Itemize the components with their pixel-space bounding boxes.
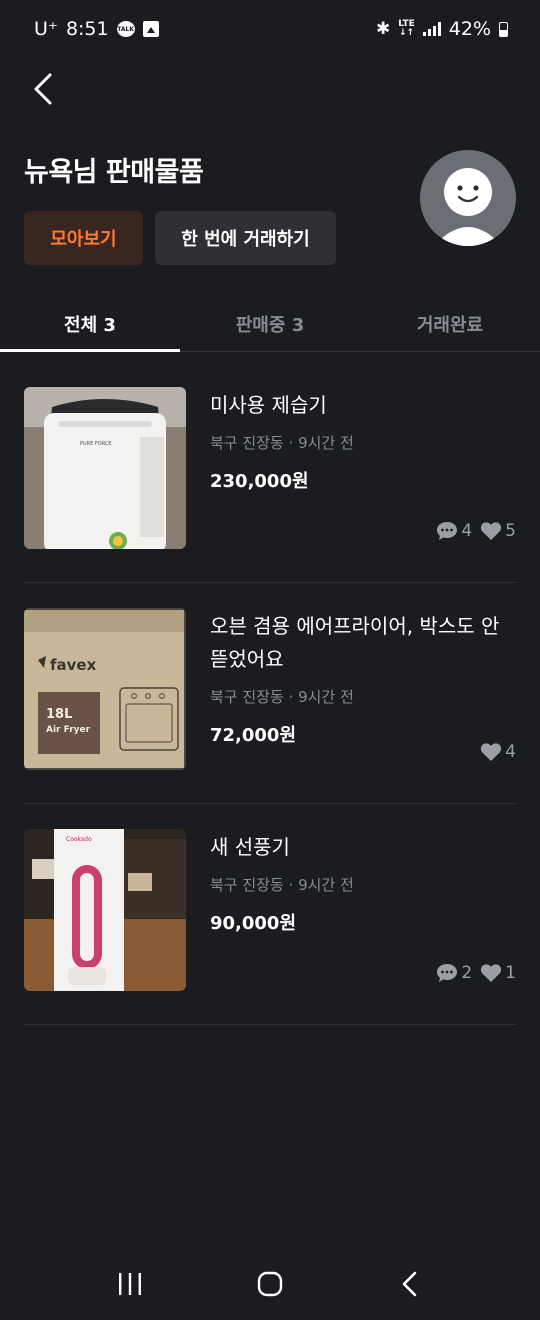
bluetooth-icon: ✱ bbox=[375, 19, 391, 39]
item-counts: 2 1 bbox=[432, 963, 516, 983]
item-info: 새 선풍기 북구 진장동 · 9시간 전 90,000원 bbox=[210, 831, 516, 935]
battery-percent: 42% bbox=[448, 18, 491, 40]
page-title: 뉴욕님 판매물품 bbox=[24, 157, 204, 188]
item-counts: 4 bbox=[476, 742, 516, 762]
home-icon bbox=[257, 1271, 283, 1297]
item-price: 90,000원 bbox=[210, 913, 297, 934]
like-count: 5 bbox=[480, 521, 516, 541]
svg-text:Cooksdo: Cooksdo bbox=[66, 836, 92, 843]
tab-completed[interactable]: 거래완료 bbox=[360, 296, 540, 351]
header-actions: 모아보기 한 번에 거래하기 bbox=[24, 211, 336, 265]
item-price: 72,000원 bbox=[210, 725, 297, 746]
heart-icon bbox=[481, 964, 502, 982]
item-meta: 북구 진장동 · 9시간 전 bbox=[210, 688, 354, 706]
kakaotalk-icon: TALK bbox=[116, 21, 135, 37]
chat-count: 2 bbox=[436, 963, 472, 983]
system-nav-bar bbox=[0, 1248, 540, 1320]
svg-text:favex: favex bbox=[50, 656, 97, 674]
item-thumbnail-air-fryer: favex 18L Air Fryer bbox=[24, 608, 186, 770]
clock: 8:51 bbox=[65, 18, 109, 40]
item-title: 새 선풍기 bbox=[210, 835, 290, 859]
carrier-label: U⁺ bbox=[34, 18, 58, 40]
avatar[interactable] bbox=[420, 150, 516, 246]
chat-bubble-icon bbox=[437, 964, 458, 982]
tab-on-sale[interactable]: 판매중 3 bbox=[180, 296, 360, 351]
back-button[interactable] bbox=[26, 70, 60, 108]
battery-icon bbox=[499, 21, 508, 37]
list-item[interactable]: Cooksdo 새 선풍기 북구 진장동 · 9시간 전 90,000원 2 1 bbox=[24, 829, 516, 1025]
recent-apps-button[interactable] bbox=[105, 1264, 155, 1304]
heart-icon bbox=[481, 743, 502, 761]
lte-icon: LTE ↓↑ bbox=[398, 19, 415, 38]
chevron-left-icon bbox=[34, 73, 52, 105]
status-left: U⁺ 8:51 TALK bbox=[34, 18, 159, 40]
gallery-icon bbox=[142, 21, 159, 37]
heart-icon bbox=[481, 522, 502, 540]
tab-bar: 전체 3 판매중 3 거래완료 bbox=[0, 296, 540, 352]
status-right: ✱ LTE ↓↑ 42% bbox=[376, 18, 508, 40]
item-info: 미사용 제습기 북구 진장동 · 9시간 전 230,000원 bbox=[210, 389, 516, 493]
list-item[interactable]: PURE FORCE 미사용 제습기 북구 진장동 · 9시간 전 230,00… bbox=[24, 387, 516, 583]
svg-text:PURE FORCE: PURE FORCE bbox=[80, 441, 112, 447]
chat-count: 4 bbox=[436, 521, 472, 541]
list-item[interactable]: favex 18L Air Fryer 오븐 겸용 에어프라이어, 박스도 안 … bbox=[24, 608, 516, 804]
signal-icon bbox=[422, 22, 441, 36]
item-meta: 북구 진장동 · 9시간 전 bbox=[210, 434, 354, 452]
recent-apps-icon bbox=[119, 1273, 141, 1295]
item-thumbnail-fan: Cooksdo bbox=[24, 829, 186, 991]
item-counts: 4 5 bbox=[432, 521, 516, 541]
collect-view-button[interactable]: 모아보기 bbox=[24, 211, 143, 265]
svg-text:18L: 18L bbox=[46, 707, 72, 722]
item-title: 오븐 겸용 에어프라이어, 박스도 안 뜯었어요 bbox=[210, 614, 500, 671]
tab-all[interactable]: 전체 3 bbox=[0, 296, 180, 352]
item-title: 미사용 제습기 bbox=[210, 393, 327, 417]
home-button[interactable] bbox=[245, 1264, 295, 1304]
item-info: 오븐 겸용 에어프라이어, 박스도 안 뜯었어요 북구 진장동 · 9시간 전 … bbox=[210, 610, 516, 747]
back-arrow-icon bbox=[402, 1271, 417, 1297]
item-list: PURE FORCE 미사용 제습기 북구 진장동 · 9시간 전 230,00… bbox=[24, 387, 516, 1025]
status-bar: U⁺ 8:51 TALK ✱ LTE ↓↑ 42% bbox=[0, 0, 540, 58]
item-meta: 북구 진장동 · 9시간 전 bbox=[210, 876, 354, 894]
system-back-button[interactable] bbox=[385, 1264, 435, 1304]
user-avatar-icon bbox=[434, 168, 502, 246]
like-count: 4 bbox=[480, 742, 516, 762]
svg-text:Air Fryer: Air Fryer bbox=[46, 725, 91, 735]
item-thumbnail-dehumidifier: PURE FORCE bbox=[24, 387, 186, 549]
bulk-trade-button[interactable]: 한 번에 거래하기 bbox=[155, 211, 336, 265]
item-price: 230,000원 bbox=[210, 471, 309, 492]
chat-bubble-icon bbox=[437, 522, 458, 540]
like-count: 1 bbox=[480, 963, 516, 983]
